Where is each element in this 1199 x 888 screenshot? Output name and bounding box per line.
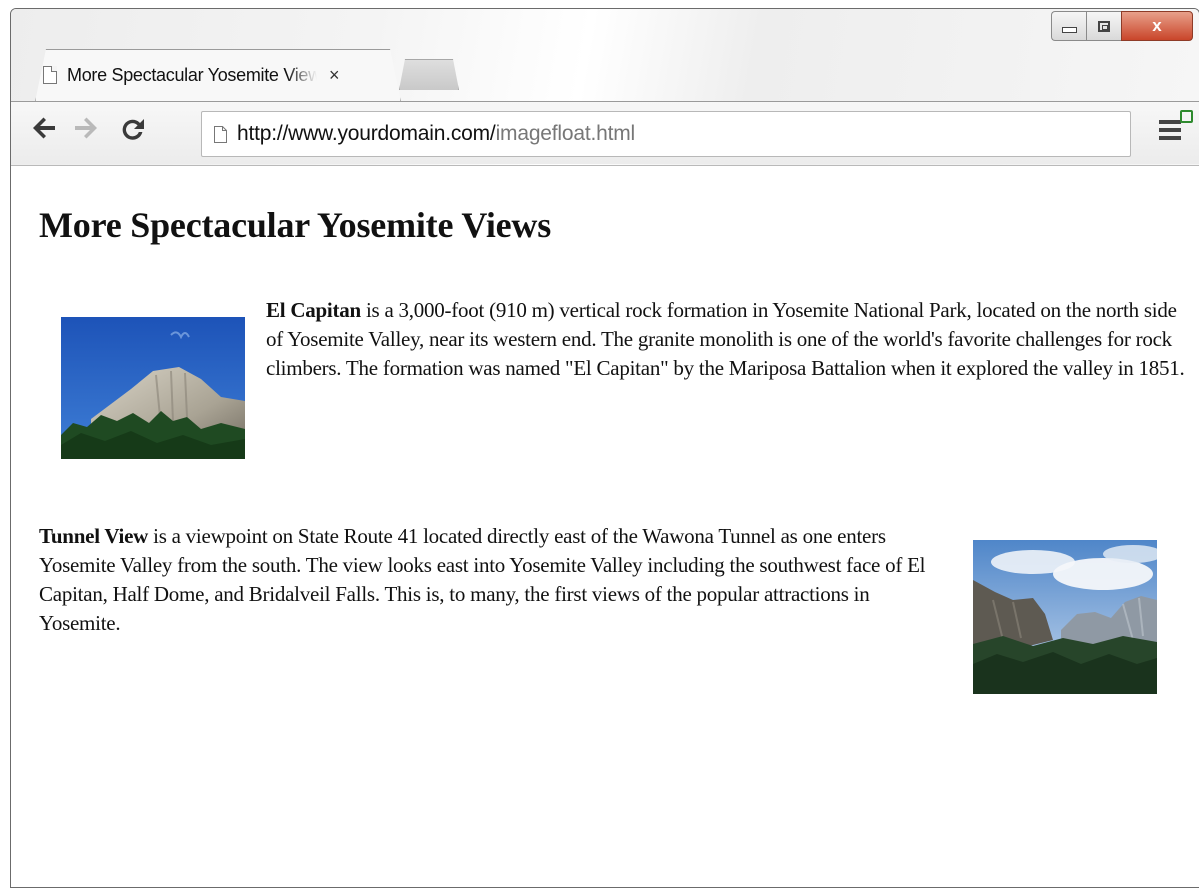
url-path: imagefloat.html: [495, 122, 636, 145]
menu-button[interactable]: [1159, 110, 1193, 144]
address-bar[interactable]: http://www.yourdomain.com/imagefloat.htm…: [201, 111, 1131, 157]
tunnel-view-paragraph: Tunnel View is a viewpoint on State Rout…: [39, 522, 939, 638]
url-text[interactable]: http://www.yourdomain.com/imagefloat.htm…: [237, 122, 635, 146]
el-capitan-description: is a 3,000-foot (910 m) vertical rock fo…: [266, 298, 1185, 380]
tab-title: More Spectacular Yosemite Views: [67, 64, 317, 85]
url-host: http://www.yourdomain.com/: [237, 122, 496, 145]
tab-close-icon[interactable]: ×: [329, 65, 340, 86]
menu-icon: [1159, 120, 1181, 124]
window-controls: x: [1051, 11, 1193, 41]
reload-button[interactable]: [119, 116, 145, 148]
toolbar: http://www.yourdomain.com/imagefloat.htm…: [11, 101, 1199, 164]
forward-arrow-icon: [75, 117, 97, 139]
maximize-button[interactable]: [1086, 11, 1121, 41]
close-window-button[interactable]: x: [1121, 11, 1193, 41]
minimize-icon: [1061, 27, 1077, 33]
minimize-button[interactable]: [1051, 11, 1086, 41]
el-capitan-term: El Capitan: [266, 298, 361, 322]
tunnel-view-term: Tunnel View: [39, 524, 149, 548]
new-tab-button[interactable]: [399, 59, 459, 90]
forward-button[interactable]: [73, 116, 97, 146]
page-content: More Spectacular Yosemite Views El Capit…: [11, 166, 1199, 887]
active-tab-content: More Spectacular Yosemite Views ×: [43, 55, 340, 95]
maximize-icon: [1098, 20, 1110, 32]
el-capitan-image: [61, 317, 245, 459]
page-heading: More Spectacular Yosemite Views: [39, 205, 552, 245]
back-arrow-icon: [33, 117, 55, 139]
extension-update-icon: [1180, 110, 1193, 123]
tunnel-view-description: is a viewpoint on State Route 41 located…: [39, 524, 926, 635]
menu-icon-bar: [1159, 128, 1181, 132]
page-icon: [214, 125, 227, 143]
el-capitan-paragraph: El Capitan is a 3,000-foot (910 m) verti…: [266, 296, 1186, 383]
browser-chrome: x More Spectacular Yosemite Views × http…: [11, 9, 1199, 166]
close-icon: x: [1152, 16, 1162, 35]
reload-icon: [122, 119, 144, 140]
back-button[interactable]: [33, 116, 57, 146]
browser-window: x More Spectacular Yosemite Views × http…: [10, 8, 1199, 888]
tunnel-view-image: [973, 540, 1157, 694]
menu-icon-bar: [1159, 136, 1181, 140]
page-icon: [43, 66, 57, 84]
